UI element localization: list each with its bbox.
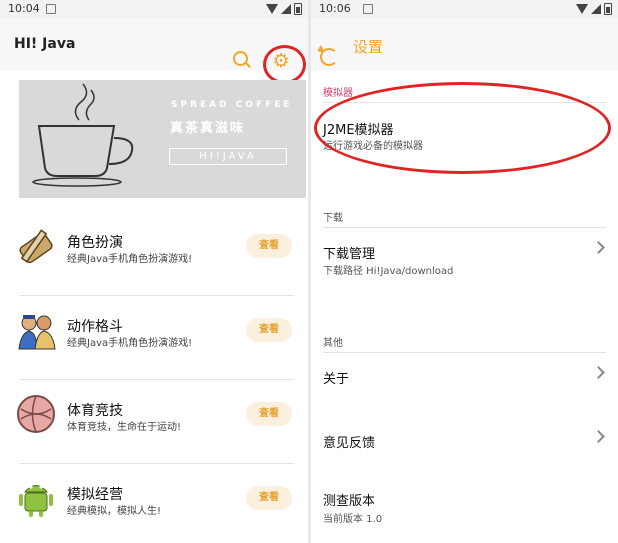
view-button[interactable]: 查看 bbox=[246, 402, 292, 426]
status-time: 10:06 bbox=[319, 2, 351, 15]
view-button[interactable]: 查看 bbox=[246, 486, 292, 510]
category-name: 角色扮演 bbox=[67, 235, 123, 251]
home-screen: 10:04 HI! Java ⚙ SPREAD COFFEE 真茶真滋味 HI!… bbox=[0, 0, 308, 543]
sword-shield-icon bbox=[19, 229, 53, 264]
app-bar: HI! Java ⚙ bbox=[0, 18, 308, 84]
view-button[interactable]: 查看 bbox=[246, 234, 292, 258]
back-icon[interactable] bbox=[320, 48, 338, 66]
status-bar: 10:04 bbox=[0, 0, 308, 18]
pref-title: 关于 bbox=[323, 372, 350, 387]
banner-slogan-en: SPREAD COFFEE bbox=[171, 100, 293, 110]
coffee-cup-illustration bbox=[32, 83, 134, 187]
image-notification-icon bbox=[363, 4, 373, 14]
chevron-right-icon bbox=[592, 366, 605, 379]
view-button[interactable]: 查看 bbox=[246, 318, 292, 342]
image-notification-icon bbox=[46, 4, 56, 14]
category-name: 动作格斗 bbox=[67, 319, 123, 335]
highlight-circle bbox=[314, 82, 611, 174]
category-desc: 体育竞技，生命在于运动! bbox=[67, 422, 182, 433]
battery-icon bbox=[604, 3, 612, 15]
list-item[interactable]: 模拟经营 经典模拟，模拟人生! 查看 bbox=[19, 464, 294, 543]
category-desc: 经典Java手机角色扮演游戏! bbox=[67, 338, 193, 349]
pref-summary: 下载路径 Hi!Java/download bbox=[323, 266, 454, 277]
pref-title: 测查版本 bbox=[323, 494, 376, 509]
ball-icon bbox=[17, 395, 55, 433]
banner-slogan-cn: 真茶真滋味 bbox=[170, 121, 246, 136]
pref-summary: 当前版本 1.0 bbox=[323, 514, 383, 525]
wifi-icon bbox=[266, 4, 278, 14]
promo-banner[interactable]: SPREAD COFFEE 真茶真滋味 HI!JAVA bbox=[19, 80, 306, 198]
divider bbox=[323, 352, 606, 353]
app-title: HI! Java bbox=[14, 36, 76, 52]
android-icon bbox=[19, 485, 53, 517]
category-desc: 经典模拟，模拟人生! bbox=[67, 506, 162, 517]
status-time: 10:04 bbox=[8, 2, 40, 15]
section-header-download: 下载 bbox=[323, 213, 343, 224]
signal-icon bbox=[591, 4, 601, 14]
game-category-list: 角色扮演 经典Java手机角色扮演游戏! 查看 动作格斗 经典Java手机角色扮… bbox=[17, 212, 294, 543]
section-header-other: 其他 bbox=[323, 338, 343, 349]
pref-title: 下载管理 bbox=[323, 247, 376, 262]
app-bar: 设置 bbox=[311, 18, 618, 70]
system-icons bbox=[266, 3, 302, 15]
category-name: 模拟经营 bbox=[67, 487, 123, 503]
page-title: 设置 bbox=[353, 38, 384, 56]
signal-icon bbox=[281, 4, 291, 14]
pref-title: 意见反馈 bbox=[323, 436, 376, 451]
category-desc: 经典Java手机角色扮演游戏! bbox=[67, 254, 193, 265]
battery-icon bbox=[294, 3, 302, 15]
status-bar: 10:06 bbox=[311, 0, 618, 18]
fighters-icon bbox=[18, 315, 56, 350]
system-icons bbox=[576, 3, 612, 15]
chevron-right-icon bbox=[592, 430, 605, 443]
banner-brand: HI!JAVA bbox=[199, 151, 257, 162]
list-item[interactable]: 角色扮演 经典Java手机角色扮演游戏! 查看 bbox=[19, 212, 294, 296]
divider bbox=[323, 227, 606, 228]
banner-brand-box: HI!JAVA bbox=[169, 148, 287, 165]
highlight-circle bbox=[263, 45, 306, 84]
search-icon[interactable] bbox=[233, 51, 248, 66]
chevron-right-icon bbox=[592, 241, 605, 254]
settings-screen: 10:06 设置 模拟器 J2ME模拟器 运行游戏必备的模拟器 下载 下载管理 … bbox=[311, 0, 618, 543]
section-header-emulator: 模拟器 bbox=[323, 88, 353, 99]
category-name: 体育竞技 bbox=[67, 403, 123, 419]
list-item[interactable]: 动作格斗 经典Java手机角色扮演游戏! 查看 bbox=[18, 296, 294, 380]
list-item[interactable]: 体育竞技 体育竞技，生命在于运动! 查看 bbox=[17, 380, 294, 464]
wifi-icon bbox=[576, 4, 588, 14]
